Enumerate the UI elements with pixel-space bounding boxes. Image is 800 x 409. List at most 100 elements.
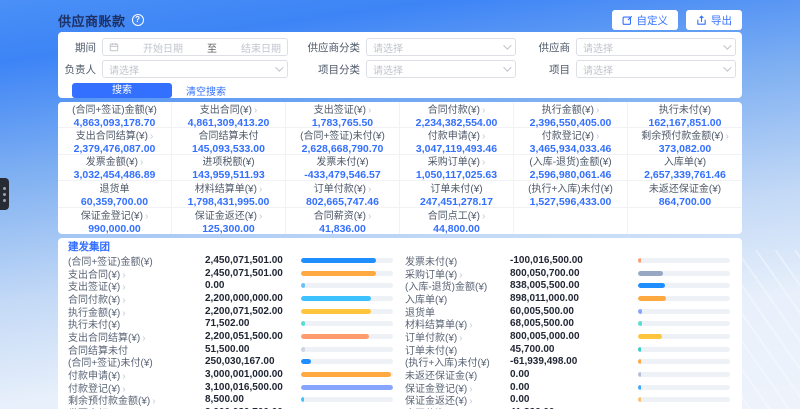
project-category-select[interactable]: 请选择 bbox=[366, 60, 516, 78]
metric-label[interactable]: 合同薪资(¥)› bbox=[405, 405, 510, 409]
select-placeholder: 请选择 bbox=[373, 62, 403, 77]
chevron-right-icon: › bbox=[482, 157, 485, 168]
stat-card[interactable]: 保证金登记(¥)›990,000.00 bbox=[58, 208, 172, 234]
stats-grid: (合同+签证)金额(¥)4,863,093,178.70支出合同(¥)›4,86… bbox=[58, 102, 742, 234]
stat-value: 44,800.00 bbox=[433, 223, 480, 234]
metric-bar bbox=[301, 258, 393, 263]
stat-card[interactable]: 材料结算单(¥)›1,798,431,995.00 bbox=[172, 181, 286, 207]
stat-card[interactable]: 支出合同(¥)›4,861,309,413.20 bbox=[172, 102, 286, 128]
collapsed-sidebar-handle[interactable] bbox=[0, 178, 9, 210]
group-detail-card: 建发集团 (合同+签证)金额(¥)2,450,071,501.00支出合同(¥)… bbox=[58, 238, 742, 409]
chevron-down-icon bbox=[723, 41, 731, 49]
chevron-right-icon: › bbox=[596, 105, 599, 116]
project-select[interactable]: 请选择 bbox=[576, 60, 736, 78]
metric-value: 0.00 bbox=[510, 394, 638, 405]
group-col-right: 发票未付(¥)-100,016,500.00采购订单(¥)›800,050,70… bbox=[405, 254, 730, 409]
metric-bar bbox=[638, 296, 730, 301]
metric-value: 800,050,700.00 bbox=[510, 268, 638, 279]
supplier-label: 供应商 bbox=[526, 40, 570, 55]
stat-label: (合同+签证)未付(¥) bbox=[300, 127, 385, 142]
stat-card[interactable]: 支出合同结算(¥)›2,379,476,087.00 bbox=[58, 128, 172, 154]
stat-label: 支出合同结算(¥)› bbox=[76, 127, 154, 142]
chevron-down-icon bbox=[275, 63, 283, 71]
stat-card[interactable]: 合同付款(¥)›2,234,382,554.00 bbox=[400, 102, 514, 128]
stat-card[interactable]: 发票金额(¥)›3,032,454,486.89 bbox=[58, 155, 172, 181]
chevron-down-icon bbox=[503, 63, 511, 71]
chevron-right-icon: › bbox=[482, 211, 485, 222]
stat-label: (执行+入库)未付(¥) bbox=[528, 180, 613, 195]
stat-label: 材料结算单(¥)› bbox=[195, 180, 263, 195]
top-bar: 供应商账款 ? 自定义 导出 bbox=[58, 10, 742, 30]
edit-icon bbox=[622, 15, 633, 26]
stat-label: 订单付款(¥)› bbox=[314, 180, 372, 195]
stat-card[interactable]: 采购订单(¥)›1,050,117,025.63 bbox=[400, 155, 514, 181]
chevron-right-icon: › bbox=[368, 184, 371, 195]
supplier-category-select[interactable]: 请选择 bbox=[366, 38, 516, 56]
chevron-right-icon: › bbox=[150, 131, 153, 142]
filter-panel: 期间 开始日期 至 结束日期 供应商分类 请选择 供应商 请选择 bbox=[58, 32, 742, 98]
chevron-right-icon: › bbox=[259, 211, 262, 222]
metric-bar bbox=[301, 334, 393, 339]
export-icon bbox=[696, 15, 707, 26]
select-placeholder: 请选择 bbox=[583, 62, 613, 77]
chevron-right-icon: › bbox=[368, 211, 371, 222]
chevron-right-icon: › bbox=[725, 131, 728, 142]
stat-label: 订单未付(¥) bbox=[430, 180, 482, 195]
metric-bar bbox=[301, 397, 393, 402]
chevron-right-icon: › bbox=[368, 105, 371, 116]
page-title: 供应商账款 bbox=[58, 11, 126, 30]
metric-value: 838,005,500.00 bbox=[510, 280, 638, 291]
export-button[interactable]: 导出 bbox=[686, 10, 742, 30]
stat-value: 864,700.00 bbox=[659, 196, 712, 208]
clear-search-link[interactable]: 清空搜索 bbox=[186, 83, 226, 98]
date-range-input[interactable]: 开始日期 至 结束日期 bbox=[102, 38, 288, 56]
stat-card: 进项税额(¥)143,959,511.93 bbox=[172, 155, 286, 181]
stat-card[interactable]: 订单付款(¥)›802,665,747.46 bbox=[286, 181, 400, 207]
stat-label: (入库-退货)金额(¥) bbox=[529, 153, 611, 168]
chevron-down-icon bbox=[503, 41, 511, 49]
stat-label: 发票未付(¥) bbox=[316, 153, 368, 168]
stat-label: 保证金返还(¥)› bbox=[195, 207, 263, 222]
chevron-right-icon: › bbox=[482, 131, 485, 142]
metric-value: 0.00 bbox=[510, 369, 638, 380]
project-label: 项目 bbox=[526, 62, 570, 77]
stat-card[interactable]: 支出签证(¥)›1,783,765.50 bbox=[286, 102, 400, 128]
stat-card[interactable]: 合同点工(¥)›44,800.00 bbox=[400, 208, 514, 234]
metric-value: -100,016,500.00 bbox=[510, 255, 638, 266]
chevron-right-icon: › bbox=[482, 105, 485, 116]
stat-label: 剩余预付款金额(¥)› bbox=[641, 127, 729, 142]
stat-card[interactable]: 执行金额(¥)›2,396,550,405.00 bbox=[514, 102, 628, 128]
stat-value: 125,300.00 bbox=[202, 223, 255, 234]
stat-card[interactable]: 保证金返还(¥)›125,300.00 bbox=[172, 208, 286, 234]
metric-bar bbox=[638, 283, 730, 288]
search-button[interactable]: 搜索 bbox=[72, 83, 172, 98]
metric-value: -61,939,498.00 bbox=[510, 356, 638, 367]
stat-card: (合同+签证)未付(¥)2,628,668,790.70 bbox=[286, 128, 400, 154]
supplier-accounts-page: 供应商账款 ? 自定义 导出 期间 开始日期 至 结束日期 供应 bbox=[0, 0, 800, 409]
stat-card[interactable]: 合同薪资(¥)›41,836.00 bbox=[286, 208, 400, 234]
owner-select[interactable]: 请选择 bbox=[102, 60, 288, 78]
stat-label: 合同点工(¥)› bbox=[428, 207, 486, 222]
owner-label: 负责人 bbox=[62, 62, 96, 77]
stat-card-empty bbox=[514, 208, 628, 234]
stat-card[interactable]: 付款申请(¥)›3,047,119,493.46 bbox=[400, 128, 514, 154]
stat-label: 合同结算未付 bbox=[199, 127, 259, 142]
metric-value: 800,005,000.00 bbox=[510, 331, 638, 342]
stat-label: 采购订单(¥)› bbox=[428, 153, 486, 168]
stat-label: 付款登记(¥)› bbox=[542, 127, 600, 142]
stat-card[interactable]: 付款登记(¥)›3,465,934,033.46 bbox=[514, 128, 628, 154]
metric-value: 3,000,001,000.00 bbox=[205, 369, 301, 380]
metric-value: 2,200,051,500.00 bbox=[205, 331, 301, 342]
metric-label[interactable]: 发票金额(¥)› bbox=[68, 405, 205, 409]
stat-card[interactable]: 剩余预付款金额(¥)›373,082.00 bbox=[628, 128, 742, 154]
supplier-select[interactable]: 请选择 bbox=[576, 38, 736, 56]
project-category-label: 项目分类 bbox=[298, 62, 360, 77]
customize-button[interactable]: 自定义 bbox=[612, 10, 679, 30]
metric-value: 3,100,016,500.00 bbox=[205, 382, 301, 393]
metric-value: 250,030,167.00 bbox=[205, 356, 301, 367]
question-circle-icon[interactable]: ? bbox=[132, 14, 144, 26]
metric-value: 2,200,071,502.00 bbox=[205, 306, 301, 317]
stat-label: 合同薪资(¥)› bbox=[314, 207, 372, 222]
stat-card-empty bbox=[628, 208, 742, 234]
group-name-link[interactable]: 建发集团 bbox=[68, 242, 730, 253]
